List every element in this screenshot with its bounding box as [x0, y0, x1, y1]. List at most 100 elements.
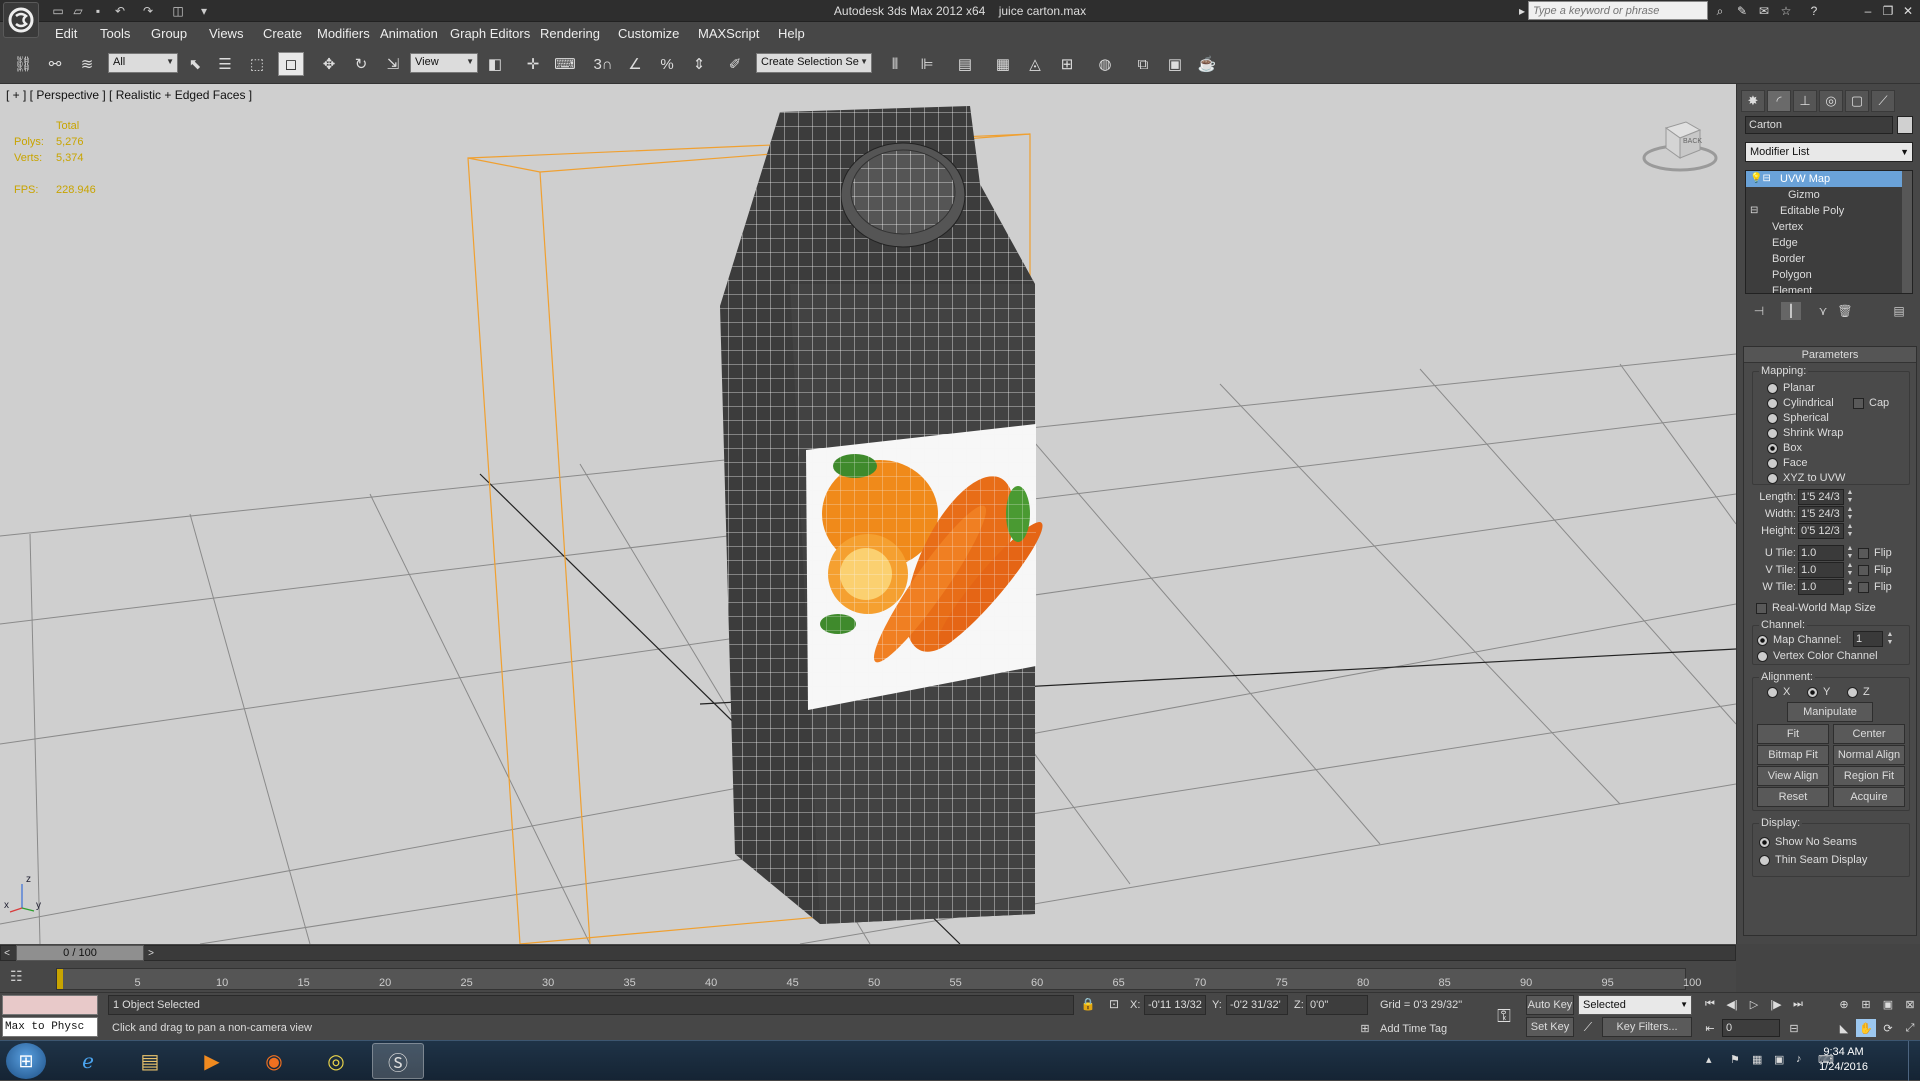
- create-tab-icon[interactable]: ✸: [1741, 90, 1765, 112]
- modifier-stack-item[interactable]: Vertex: [1746, 219, 1912, 235]
- modifier-stack-item[interactable]: Edge: [1746, 235, 1912, 251]
- show-desktop-button[interactable]: [1908, 1041, 1920, 1081]
- material-editor-icon[interactable]: ◍: [1092, 52, 1118, 76]
- render-setup-icon[interactable]: ⧉: [1130, 52, 1156, 76]
- key-filters-button[interactable]: Key Filters...: [1602, 1017, 1692, 1037]
- w-tile-spinner[interactable]: ▲ ▼: [1845, 579, 1855, 595]
- named-selection-sets-dropdown[interactable]: Create Selection Se: [756, 53, 872, 73]
- z-coord-field[interactable]: 0'0": [1306, 995, 1368, 1015]
- object-name-field[interactable]: Carton: [1745, 116, 1893, 134]
- map-channel-field[interactable]: 1: [1853, 631, 1883, 647]
- modifier-stack-scrollbar[interactable]: [1902, 171, 1912, 293]
- time-slider-next-icon[interactable]: >: [144, 945, 158, 961]
- absolute-mode-icon[interactable]: ⊡: [1104, 993, 1124, 1015]
- volume-icon[interactable]: ♪: [1796, 1053, 1810, 1067]
- close-icon[interactable]: ✕: [1900, 3, 1916, 19]
- graphite-modeling-tools-icon[interactable]: ▦: [990, 52, 1016, 76]
- unlink-icon[interactable]: ⚯: [42, 52, 68, 76]
- reset-button[interactable]: Reset: [1757, 787, 1829, 807]
- align-x-radio[interactable]: X: [1766, 684, 1790, 700]
- media-player-icon[interactable]: ▶: [186, 1043, 238, 1079]
- show-end-result-icon[interactable]: ┃: [1781, 302, 1801, 320]
- normal-align-button[interactable]: Normal Align: [1833, 745, 1905, 765]
- system-clock[interactable]: 9:34 AM 1/24/2016: [1819, 1045, 1868, 1075]
- height-spinner[interactable]: ▲ ▼: [1845, 523, 1855, 539]
- menu-rendering[interactable]: Rendering: [540, 26, 600, 41]
- maxscript-listener-output[interactable]: [2, 995, 98, 1015]
- menu-graph-editors[interactable]: Graph Editors: [450, 26, 530, 41]
- application-button[interactable]: [3, 2, 39, 38]
- goto-start-icon[interactable]: ⏮: [1700, 995, 1720, 1013]
- align-z-radio[interactable]: Z: [1847, 684, 1870, 700]
- quick-access-dropdown-icon[interactable]: ▾: [196, 3, 212, 19]
- mapping-shrink-wrap-radio[interactable]: Shrink Wrap: [1766, 425, 1843, 441]
- u-tile-spinner[interactable]: ▲ ▼: [1845, 545, 1855, 561]
- select-manipulate-icon[interactable]: ✛: [520, 52, 546, 76]
- vertex-color-channel-radio[interactable]: Vertex Color Channel: [1757, 648, 1878, 664]
- zoom-extents-all-icon[interactable]: ⊠: [1900, 995, 1920, 1013]
- key-mode-dropdown[interactable]: Selected: [1578, 995, 1692, 1015]
- bitmap-fit-button[interactable]: Bitmap Fit: [1757, 745, 1829, 765]
- y-coord-field[interactable]: -0'2 31/32': [1226, 995, 1288, 1015]
- modifier-stack-item[interactable]: Polygon: [1746, 267, 1912, 283]
- maxscript-mini-listener[interactable]: Max to Physc: [2, 1017, 98, 1037]
- zoom-extents-icon[interactable]: ▣: [1878, 995, 1898, 1013]
- mapping-cylindrical-radio[interactable]: Cylindrical: [1767, 395, 1834, 411]
- length-field[interactable]: 1'5 24/3: [1798, 489, 1844, 505]
- v-flip-checkbox[interactable]: [1858, 565, 1869, 576]
- help-icon[interactable]: ?: [1806, 3, 1822, 19]
- align-y-radio[interactable]: Y: [1806, 684, 1830, 700]
- modifier-stack-item[interactable]: Gizmo: [1746, 187, 1912, 203]
- set-key-button[interactable]: Set Key: [1526, 1017, 1574, 1037]
- rectangular-selection-icon[interactable]: ⬚: [244, 52, 270, 76]
- width-spinner[interactable]: ▲ ▼: [1845, 506, 1855, 522]
- field-of-view-icon[interactable]: ◣: [1834, 1019, 1854, 1037]
- add-time-tag[interactable]: Add Time Tag: [1380, 1023, 1447, 1035]
- communication-icon[interactable]: ✉: [1756, 3, 1772, 19]
- manipulate-button[interactable]: Manipulate: [1787, 702, 1873, 722]
- select-and-move-icon[interactable]: ✥: [316, 52, 342, 76]
- height-field[interactable]: 0'5 12/3: [1798, 523, 1844, 539]
- w-flip-checkbox[interactable]: [1858, 582, 1869, 593]
- cap-checkbox[interactable]: [1853, 398, 1864, 409]
- modifier-stack-item[interactable]: Border: [1746, 251, 1912, 267]
- zoom-all-icon[interactable]: ⊞: [1856, 995, 1876, 1013]
- select-and-rotate-icon[interactable]: ↻: [348, 52, 374, 76]
- menu-modifiers[interactable]: Modifiers: [317, 26, 370, 41]
- utilities-tab-icon[interactable]: ⟋: [1871, 90, 1895, 112]
- motion-tab-icon[interactable]: ◎: [1819, 90, 1843, 112]
- v-tile-field[interactable]: 1.0: [1798, 562, 1844, 578]
- thin-seam-display-radio[interactable]: Thin Seam Display: [1758, 852, 1867, 868]
- selection-lock-icon[interactable]: 🔒: [1078, 993, 1098, 1015]
- show-hidden-icons-icon[interactable]: ▴: [1706, 1053, 1720, 1067]
- previous-frame-icon[interactable]: ◀|: [1722, 995, 1742, 1013]
- project-folder-icon[interactable]: ◫: [170, 3, 186, 19]
- mapping-xyz-to-uvw-radio[interactable]: XYZ to UVW: [1766, 470, 1845, 486]
- layer-manager-icon[interactable]: ▤: [952, 52, 978, 76]
- 3dsmax-taskbar-icon[interactable]: Ⓢ: [372, 1043, 424, 1079]
- frame-ruler[interactable]: 5 10 15 20 25 30 35 40 45 50 55 60 65 70 75 80 85 90 95 100: [56, 968, 1701, 990]
- render-production-icon[interactable]: ☕: [1194, 52, 1220, 76]
- view-align-button[interactable]: View Align: [1757, 766, 1829, 786]
- minimize-icon[interactable]: –: [1860, 3, 1876, 19]
- configure-modifier-sets-icon[interactable]: ▤: [1889, 302, 1909, 320]
- make-unique-icon[interactable]: ⋎: [1813, 302, 1833, 320]
- perspective-viewport[interactable]: [ + ] [ Perspective ] [ Realistic + Edge…: [0, 84, 1736, 944]
- snaps-toggle-icon[interactable]: 3 ∩: [590, 52, 616, 76]
- start-button[interactable]: ⊞: [6, 1043, 46, 1079]
- remove-modifier-icon[interactable]: 🗑: [1835, 302, 1855, 320]
- v-tile-spinner[interactable]: ▲ ▼: [1845, 562, 1855, 578]
- display-tab-icon[interactable]: ▢: [1845, 90, 1869, 112]
- map-channel-spinner[interactable]: ▲ ▼: [1885, 631, 1895, 647]
- select-object-icon[interactable]: ⬉: [182, 52, 208, 76]
- time-configuration-icon[interactable]: ⊟: [1784, 1019, 1804, 1037]
- expand-collapse-icon[interactable]: ⊟: [1750, 203, 1758, 219]
- w-tile-field[interactable]: 1.0: [1798, 579, 1844, 595]
- play-icon[interactable]: ▷: [1744, 995, 1764, 1013]
- fit-button[interactable]: Fit: [1757, 724, 1829, 744]
- mapping-box-radio[interactable]: Box: [1767, 440, 1802, 456]
- time-slider-track[interactable]: [0, 945, 1736, 961]
- window-crossing-icon[interactable]: ◻: [278, 52, 304, 76]
- spinner-snap-icon[interactable]: ⇕: [686, 52, 712, 76]
- real-world-map-size-checkbox[interactable]: [1756, 603, 1767, 614]
